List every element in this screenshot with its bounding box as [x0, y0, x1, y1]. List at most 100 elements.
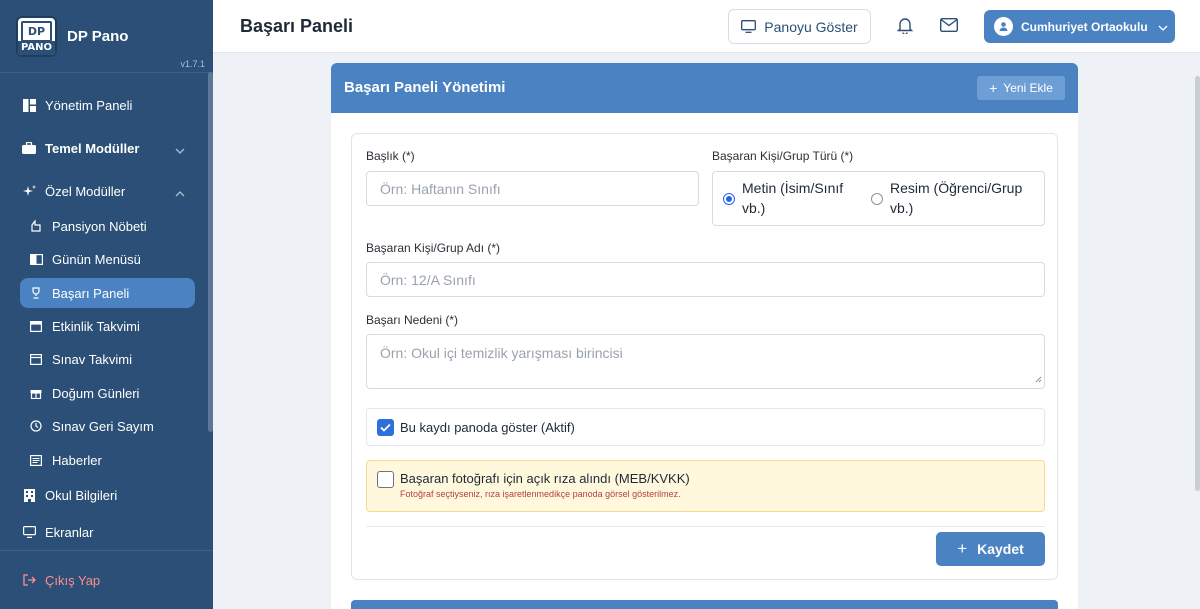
logout-icon: [22, 573, 36, 587]
achievement-card: Başarı Paneli Yönetimi + Yeni Ekle Başlı…: [331, 63, 1078, 609]
card-header: Başarı Paneli Yönetimi + Yeni Ekle: [331, 63, 1078, 113]
title-label: Başlık (*): [366, 149, 415, 163]
radio-text-option[interactable]: [723, 193, 735, 205]
sidebar-item-core-modules[interactable]: Temel Modüller: [20, 133, 195, 163]
sidebar-item-label: Temel Modüller: [45, 140, 140, 156]
card-title: Başarı Paneli Yönetimi: [344, 79, 506, 96]
sidebar-scrollbar[interactable]: [208, 72, 213, 432]
sidebar-item-label: Okul Bilgileri: [45, 487, 118, 503]
add-new-button[interactable]: + Yeni Ekle: [977, 76, 1065, 100]
sparkle-icon: [22, 184, 36, 198]
sidebar-item-label: Etkinlik Takvimi: [52, 318, 140, 334]
logo-bottom-text: PANO: [18, 41, 55, 55]
plus-icon: +: [957, 539, 968, 558]
sidebar-item-label: Günün Menüsü: [52, 251, 141, 267]
sidebar-item-daily-menu[interactable]: Günün Menüsü: [20, 244, 195, 274]
sidebar-item-achievement-panel[interactable]: Başarı Paneli: [20, 278, 195, 308]
top-bar: Başarı Paneli Panoyu Göster Cumhuriyet O…: [213, 0, 1200, 53]
type-radio-group: Metin (İsim/Sınıf vb.) Resim (Öğrenci/Gr…: [712, 171, 1045, 226]
logout-button[interactable]: Çıkış Yap: [20, 565, 195, 595]
form-divider: [366, 526, 1045, 527]
sidebar-item-exam-calendar[interactable]: Sınav Takvimi: [20, 344, 195, 374]
active-checkbox[interactable]: [377, 419, 394, 436]
consent-hint: Fotoğraf seçtiyseniz, rıza işaretlenmedi…: [400, 489, 681, 499]
hand-icon: [29, 219, 43, 233]
sidebar-item-exam-countdown[interactable]: Sınav Geri Sayım: [20, 411, 195, 441]
logout-label: Çıkış Yap: [45, 572, 101, 588]
sidebar-item-event-calendar[interactable]: Etkinlik Takvimi: [20, 311, 195, 341]
sidebar-item-label: Ekranlar: [45, 524, 94, 540]
radio-text-label[interactable]: Metin (İsim/Sınıf vb.): [742, 178, 843, 218]
newspaper-icon: [29, 453, 43, 467]
reason-label: Başarı Nedeni (*): [366, 313, 459, 327]
plus-icon: +: [989, 80, 998, 96]
sidebar-item-label: Özel Modüller: [45, 183, 126, 199]
user-icon: [994, 17, 1013, 36]
name-input[interactable]: Örn: 12/A Sınıfı: [366, 262, 1045, 297]
logo-top-text: DP: [21, 21, 52, 42]
achievement-form: Başlık (*) Örn: Haftanın Sınıfı Başaran …: [351, 133, 1058, 580]
brand[interactable]: DP PANO DP Pano: [16, 16, 128, 57]
user-name: Cumhuriyet Ortaokulu: [1021, 19, 1148, 34]
add-new-label: Yeni Ekle: [1003, 81, 1053, 95]
title-placeholder: Örn: Haftanın Sınıfı: [380, 180, 501, 197]
building-icon: [22, 488, 36, 502]
active-checkbox-label[interactable]: Bu kaydı panoda göster (Aktif): [400, 420, 575, 435]
dashboard-icon: [22, 98, 36, 112]
sidebar-item-special-modules[interactable]: Özel Modüller: [20, 176, 195, 206]
chevron-down-icon: [1158, 20, 1168, 34]
briefcase-icon: [22, 141, 36, 155]
reason-textarea[interactable]: Örn: Okul içi temizlik yarışması birinci…: [366, 334, 1045, 389]
consent-box: Başaran fotoğrafı için açık rıza alındı …: [366, 460, 1045, 512]
sidebar-item-news[interactable]: Haberler: [20, 445, 195, 475]
mail-icon[interactable]: [939, 17, 959, 37]
consent-checkbox-label[interactable]: Başaran fotoğrafı için açık rıza alındı …: [400, 471, 690, 486]
active-checkbox-row: Bu kaydı panoda göster (Aktif): [366, 408, 1045, 446]
show-board-label: Panoyu Göster: [764, 18, 858, 35]
name-placeholder: Örn: 12/A Sınıfı: [380, 271, 476, 288]
app-version: v1.7.1: [180, 59, 205, 69]
sidebar: DP PANO DP Pano v1.7.1 Yönetim Paneli Te…: [0, 0, 213, 609]
bell-icon[interactable]: [896, 17, 914, 39]
check-icon: [380, 423, 391, 432]
sidebar-item-dormitory-duty[interactable]: Pansiyon Nöbeti: [20, 211, 195, 241]
reason-placeholder: Örn: Okul içi temizlik yarışması birinci…: [380, 345, 623, 361]
type-label: Başaran Kişi/Grup Türü (*): [712, 149, 854, 163]
name-label: Başaran Kişi/Grup Adı (*): [366, 241, 501, 255]
radio-image-line2: vb.): [890, 200, 914, 216]
sidebar-item-dashboard[interactable]: Yönetim Paneli: [20, 90, 195, 120]
consent-checkbox[interactable]: [377, 471, 394, 488]
radio-image-option[interactable]: [871, 193, 883, 205]
monitor-icon: [741, 20, 757, 33]
sidebar-item-label: Yönetim Paneli: [45, 97, 133, 113]
radio-image-line1: Resim (Öğrenci/Grup: [890, 180, 1023, 196]
title-input[interactable]: Örn: Haftanın Sınıfı: [366, 171, 699, 206]
clock-icon: [29, 419, 43, 433]
app-logo: DP PANO: [16, 16, 57, 57]
save-label: Kaydet: [977, 541, 1024, 557]
calendar-check-icon: [29, 352, 43, 366]
sidebar-item-label: Haberler: [52, 452, 102, 468]
sidebar-item-label: Sınav Takvimi: [52, 351, 132, 367]
sidebar-divider: [0, 550, 213, 551]
show-board-button[interactable]: Panoyu Göster: [728, 9, 871, 44]
sidebar-item-label: Sınav Geri Sayım: [52, 418, 154, 434]
sidebar-item-school-info[interactable]: Okul Bilgileri: [20, 480, 195, 510]
main-scrollbar[interactable]: [1195, 76, 1200, 491]
app-name: DP Pano: [67, 28, 129, 45]
sidebar-item-screens[interactable]: Ekranlar: [20, 517, 195, 547]
resize-handle-icon[interactable]: [1035, 370, 1042, 386]
user-menu-button[interactable]: Cumhuriyet Ortaokulu: [984, 10, 1175, 43]
save-button[interactable]: + Kaydet: [936, 532, 1045, 566]
chevron-down-icon: [175, 142, 185, 157]
radio-text-line2: vb.): [742, 200, 766, 216]
gift-icon: [29, 386, 43, 400]
sidebar-item-label: Doğum Günleri: [52, 385, 140, 401]
trophy-icon: [29, 286, 43, 300]
radio-image-label[interactable]: Resim (Öğrenci/Grup vb.): [890, 178, 1022, 218]
monitor-icon: [22, 525, 36, 539]
sidebar-item-birthdays[interactable]: Doğum Günleri: [20, 378, 195, 408]
calendar-icon: [29, 319, 43, 333]
sidebar-divider: [0, 72, 213, 73]
sidebar-item-label: Başarı Paneli: [52, 285, 130, 301]
